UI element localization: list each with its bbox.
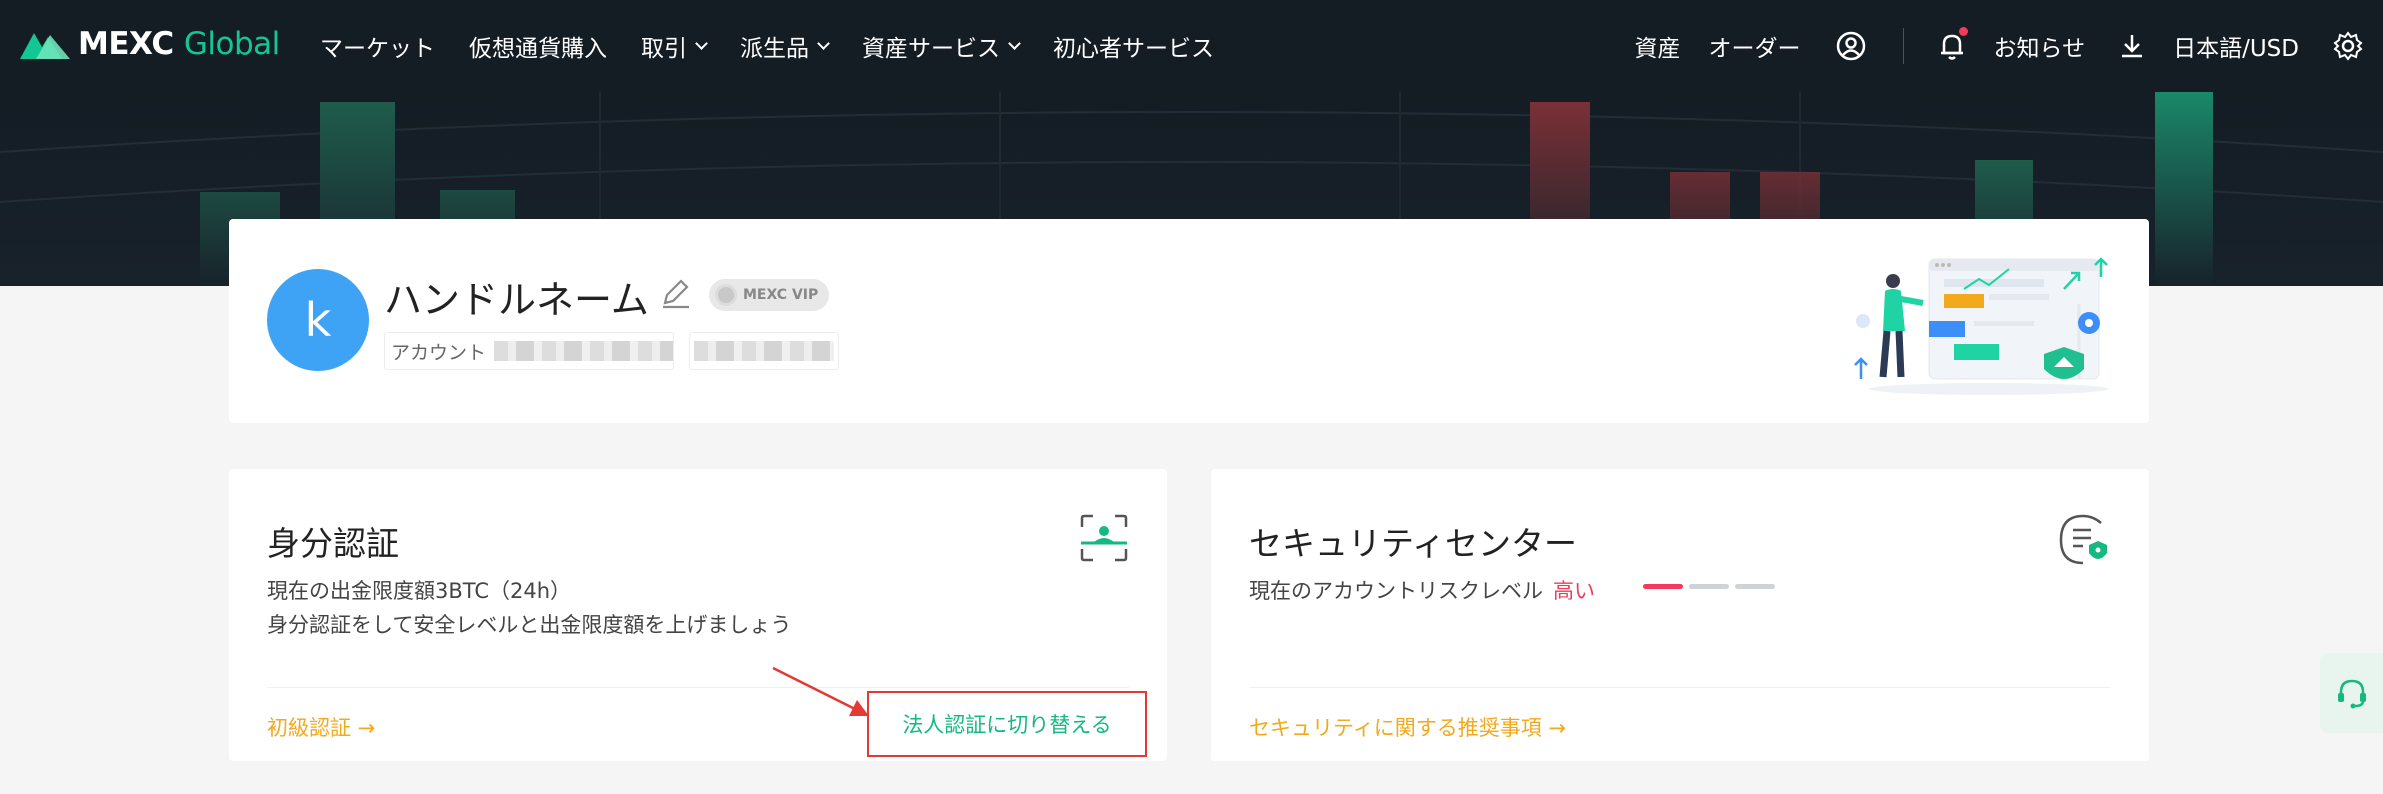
logo-wordmark: MEXC Global	[78, 26, 280, 62]
risk-level-indicator	[1643, 584, 1775, 589]
verification-description: 身分認証をして安全レベルと出金限度額を上げましょう	[267, 613, 792, 637]
mexc-logo[interactable]: MEXC Global	[18, 26, 280, 62]
chevron-down-icon	[695, 36, 708, 50]
security-shield-icon	[2059, 514, 2107, 565]
vip-level-icon	[715, 284, 737, 306]
security-recommendations-link[interactable]: セキュリティに関する推奨事項 →	[1249, 712, 1566, 742]
card-title: セキュリティセンター	[1249, 524, 1578, 563]
nav-label: 仮想通貨購入	[469, 36, 607, 62]
edit-icon	[663, 279, 689, 309]
uid-redacted	[694, 341, 834, 361]
withdrawal-limit-text: 現在の出金限度額3BTC（24h）	[267, 579, 572, 603]
header-divider	[1902, 28, 1904, 64]
chevron-down-icon	[1008, 36, 1021, 50]
user-profile-button[interactable]	[1835, 30, 1867, 62]
person-dashboard-illustration	[1854, 257, 2109, 395]
profile-illustration	[1849, 249, 2109, 403]
language-currency-selector[interactable]: 日本語/USD	[2173, 29, 2299, 63]
download-button[interactable]	[2119, 32, 2145, 60]
nav-label: 資産サービス	[862, 36, 1000, 62]
nav-label: 日本語/USD	[2173, 36, 2299, 62]
logo-text-global: Global	[183, 26, 280, 62]
support-headset-icon	[2337, 679, 2366, 709]
unread-dot	[1958, 27, 1968, 36]
username: ハンドルネーム	[384, 278, 649, 322]
annotation-arrow	[772, 666, 869, 716]
download-icon	[2122, 35, 2143, 58]
card-title: 身分認証	[267, 524, 399, 563]
gear-icon	[2333, 31, 2363, 61]
risk-level-row: 現在のアカウントリスクレベル 高い	[1249, 575, 1595, 605]
face-scan-button	[1079, 513, 1129, 567]
uid-box	[689, 332, 839, 370]
nav-beginner[interactable]: 初心者サービス	[1053, 29, 1214, 63]
switch-link-label: 法人認証に切り替える	[902, 713, 1112, 737]
nav-label: 初心者サービス	[1053, 36, 1214, 62]
header-right: 資産 オーダー お知らせ 日本語/USD	[1607, 0, 2363, 92]
customer-support-button[interactable]	[2320, 653, 2383, 733]
card-divider	[1249, 687, 2111, 688]
vip-label: MEXC VIP	[743, 287, 819, 303]
notifications-bell-button[interactable]	[1938, 27, 1968, 61]
risk-label: 現在のアカウントリスクレベル	[1249, 579, 1543, 603]
avatar[interactable]: k	[267, 269, 369, 371]
nav-label: マーケット	[320, 36, 435, 62]
profile-card: k ハンドルネーム MEXC VIP アカウント	[229, 219, 2149, 423]
nav-market[interactable]: マーケット	[320, 29, 435, 63]
nav-label: 取引	[641, 36, 687, 62]
chevron-down-icon	[817, 36, 830, 50]
logo-text-mexc: MEXC	[78, 26, 174, 62]
identity-verification-card: 身分認証 現在の出金限度額3BTC（24h） 身分認証をして安全レベルと出金限度…	[229, 469, 1167, 761]
vip-badge[interactable]: MEXC VIP	[709, 279, 829, 311]
nav-label: 資産	[1634, 36, 1681, 62]
mexc-logo-icon	[20, 33, 70, 59]
basic-verification-link[interactable]: 初級認証 →	[267, 712, 375, 742]
risk-level-value: 高い	[1553, 579, 1595, 603]
main-nav: マーケット 仮想通貨購入 取引 派生品 資産サービス 初心者サービス	[320, 0, 1214, 92]
settings-button[interactable]	[2333, 31, 2363, 61]
nav-trade[interactable]: 取引	[641, 29, 708, 63]
switch-to-corporate-verification-link[interactable]: 法人認証に切り替える	[867, 691, 1147, 757]
user-circle-icon	[1836, 31, 1865, 61]
nav-derivatives[interactable]: 派生品	[740, 29, 830, 63]
risk-bar-3	[1735, 584, 1775, 589]
nav-notices[interactable]: お知らせ	[1994, 29, 2086, 63]
card-divider	[267, 687, 1129, 688]
security-center-card: セキュリティセンター 現在のアカウントリスクレベル 高い セキュリティに関する推奨…	[1211, 469, 2149, 761]
nav-label: 派生品	[740, 36, 809, 62]
risk-bar-1	[1643, 584, 1683, 589]
nav-orders[interactable]: オーダー	[1709, 29, 1801, 63]
security-icon-holder	[2057, 513, 2111, 571]
edit-username-button[interactable]	[659, 277, 693, 315]
nav-buy-crypto[interactable]: 仮想通貨購入	[469, 29, 607, 63]
avatar-letter: k	[304, 293, 332, 347]
nav-label: お知らせ	[1993, 36, 2086, 62]
risk-bar-2	[1689, 584, 1729, 589]
face-scan-icon	[1080, 514, 1128, 562]
account-id-box: アカウント	[384, 332, 674, 370]
nav-assets[interactable]: 資産	[1635, 29, 1681, 63]
top-navigation-bar: MEXC Global マーケット 仮想通貨購入 取引 派生品 資産サービス 初…	[0, 0, 2383, 92]
nav-asset-services[interactable]: 資産サービス	[862, 29, 1021, 63]
account-label: アカウント	[391, 341, 487, 364]
nav-label: オーダー	[1708, 36, 1801, 62]
account-id-redacted	[494, 341, 673, 361]
